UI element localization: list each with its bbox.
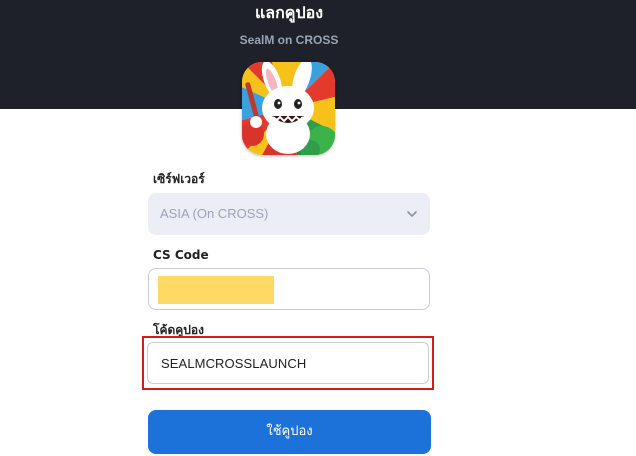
cs-code-label: CS Code bbox=[153, 248, 209, 262]
server-select[interactable]: ASIA (On CROSS) bbox=[148, 193, 430, 235]
chevron-down-icon bbox=[407, 211, 417, 217]
sealm-app-icon bbox=[242, 62, 335, 155]
page-subtitle: SealM on CROSS bbox=[239, 33, 339, 47]
coupon-code-input[interactable]: SEALMCROSSLAUNCH bbox=[147, 342, 429, 384]
server-label: เซิร์ฟเวอร์ bbox=[153, 172, 205, 186]
cs-code-redaction bbox=[158, 276, 274, 304]
server-select-value: ASIA (On CROSS) bbox=[160, 206, 269, 221]
use-coupon-button[interactable]: ใช้คูปอง bbox=[148, 410, 431, 454]
page-title: แลกคูปอง bbox=[254, 3, 324, 22]
coupon-code-value: SEALMCROSSLAUNCH bbox=[161, 356, 307, 371]
cs-code-input[interactable] bbox=[148, 268, 430, 310]
